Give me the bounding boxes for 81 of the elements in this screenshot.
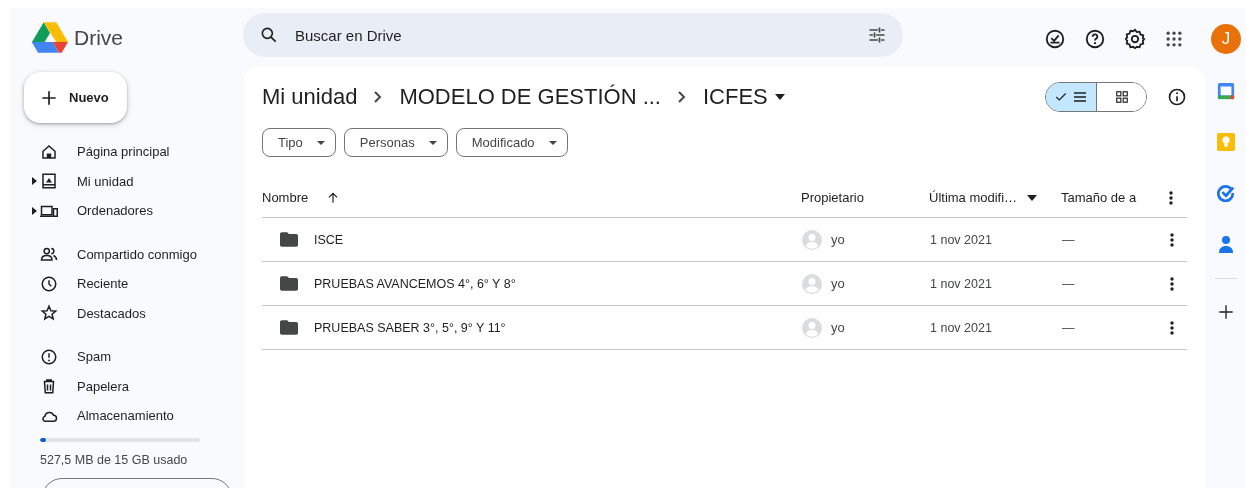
grid-icon (1114, 90, 1129, 104)
file-row[interactable]: ISCE yo 1 nov 2021 — (262, 218, 1187, 262)
sidebar-item[interactable]: Mi unidad (24, 166, 224, 196)
search-icon (259, 25, 279, 45)
folder-icon (280, 232, 298, 247)
storage-usage-text: 527,5 MB de 15 GB usado (40, 452, 189, 467)
modified-date: 1 nov 2021 (930, 320, 992, 335)
user-avatar-icon (802, 229, 822, 250)
column-header[interactable]: Última modifi… (929, 190, 1061, 205)
list-icon (1072, 89, 1088, 105)
expand-arrow-icon (32, 206, 37, 215)
folder-icon (280, 276, 298, 291)
sidebar-item[interactable]: Almacenamiento (24, 401, 224, 431)
search-bar[interactable]: Buscar en Drive (243, 13, 903, 57)
check-icon (1054, 90, 1068, 104)
file-row[interactable]: PRUEBAS SABER 3°, 5°, 9° Y 11° yo 1 nov 2021 — (262, 306, 1187, 350)
file-row[interactable]: PRUEBAS AVANCEMOS 4°, 6° Y 8° yo 1 nov 2021 — (262, 262, 1187, 306)
filter-chip[interactable]: Tipo (262, 128, 336, 157)
caret-icon (1027, 194, 1038, 201)
star-icon (40, 304, 58, 323)
people-icon (40, 245, 58, 264)
grid-view-button[interactable] (1096, 83, 1146, 111)
sidebar-item[interactable]: Reciente (24, 269, 224, 299)
drive-folder-icon (40, 172, 58, 191)
owner-name: yo (831, 276, 845, 291)
info-icon[interactable] (1167, 87, 1187, 107)
chevron-right-icon (373, 90, 384, 104)
more-options-icon[interactable] (1169, 276, 1174, 291)
column-header[interactable]: Propietario (801, 190, 929, 205)
person-icon[interactable] (1218, 235, 1233, 253)
sidebar-item[interactable]: Página principal (24, 137, 224, 167)
more-options-icon[interactable] (1169, 190, 1173, 205)
caret-icon (428, 140, 437, 145)
new-button[interactable]: Nuevo (24, 72, 127, 123)
file-size: — (1062, 232, 1075, 247)
task-check-icon[interactable] (1216, 184, 1235, 202)
apps-grid-icon[interactable] (1164, 29, 1184, 49)
folder-icon (280, 320, 298, 335)
file-name: ISCE (314, 232, 344, 247)
column-header[interactable]: Nombre (262, 190, 801, 205)
filter-chip[interactable]: Modificado (455, 128, 568, 157)
owner-name: yo (831, 232, 845, 247)
alert-circle-icon (40, 347, 58, 366)
settings-icon[interactable] (1124, 28, 1146, 50)
drive-logo-icon (32, 22, 68, 53)
caret-icon (548, 140, 557, 145)
more-options-icon[interactable] (1169, 232, 1174, 247)
user-avatar-icon (802, 273, 822, 294)
app-name: Drive (74, 25, 123, 50)
sidebar-item[interactable]: Papelera (24, 371, 224, 401)
sidebar-item[interactable]: Compartido conmigo (24, 239, 224, 269)
sidebar-item[interactable]: Destacados (24, 298, 224, 328)
column-header[interactable]: Tamaño de a (1061, 190, 1155, 205)
plus-icon[interactable] (1217, 304, 1234, 320)
search-field[interactable]: Buscar en Drive (293, 25, 853, 45)
list-view-button[interactable] (1046, 83, 1096, 111)
file-size: — (1062, 276, 1075, 291)
breadcrumb-item[interactable]: MODELO DE GESTIÓN ... (399, 84, 661, 110)
sidebar-item[interactable]: Spam (24, 342, 224, 372)
breadcrumb-item[interactable]: ICFES (703, 84, 785, 110)
file-name: PRUEBAS AVANCEMOS 4°, 6° Y 8° (314, 276, 516, 291)
modified-date: 1 nov 2021 (930, 232, 992, 247)
sidebar-item[interactable]: Ordenadores (24, 196, 224, 226)
filter-chip[interactable]: Personas (343, 128, 448, 157)
file-size: — (1062, 320, 1075, 335)
help-icon[interactable] (1084, 28, 1106, 50)
caret-icon (316, 140, 325, 145)
file-name: PRUEBAS SABER 3°, 5°, 9° Y 11° (314, 320, 506, 335)
breadcrumb-item[interactable]: Mi unidad (262, 84, 358, 110)
clock-icon (40, 274, 58, 293)
view-toggle[interactable] (1045, 82, 1147, 112)
more-options-icon[interactable] (1169, 320, 1174, 335)
calendar-icon[interactable] (1216, 82, 1235, 100)
filter-options-icon[interactable] (867, 25, 887, 45)
chevron-right-icon (677, 90, 687, 104)
modified-date: 1 nov 2021 (930, 276, 992, 291)
owner-name: yo (831, 320, 845, 335)
expand-arrow-icon (32, 177, 37, 186)
check-circle-icon[interactable] (1044, 28, 1066, 50)
user-avatar-icon (802, 317, 822, 338)
home-icon (40, 142, 58, 161)
